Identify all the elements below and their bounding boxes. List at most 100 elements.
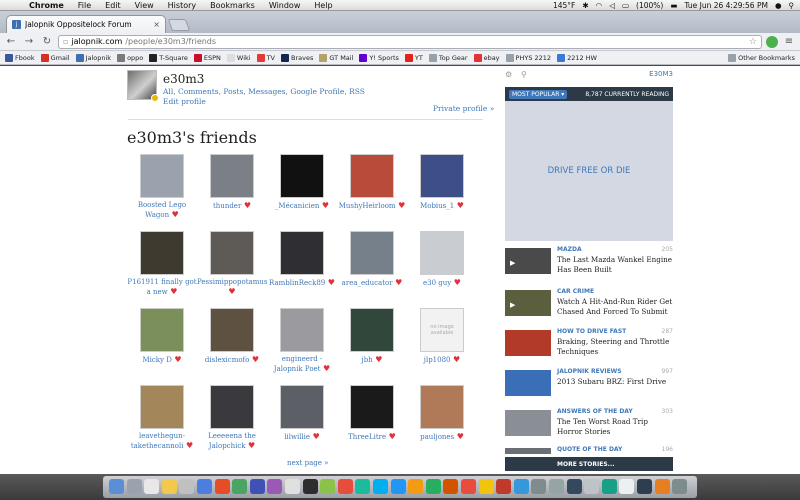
bookmark-2212hw[interactable]: 2212 HW [554, 53, 600, 62]
dock-app-icon[interactable] [179, 479, 195, 494]
menu-window[interactable]: Window [262, 1, 308, 10]
friend-card[interactable]: Leeeeena the Jalopchick ♥ [197, 385, 267, 451]
friend-avatar[interactable] [140, 308, 184, 352]
friend-name[interactable]: jbh ♥ [337, 355, 407, 365]
friend-card[interactable]: e30 guy ♥ [407, 231, 477, 288]
most-popular-dropdown[interactable]: MOST POPULAR ▾ [509, 89, 568, 99]
story-item[interactable]: HOW TO DRIVE FAST 287 Braking, Steering an… [505, 328, 673, 364]
dock-app-icon[interactable] [513, 479, 529, 494]
dock-app-icon[interactable] [390, 479, 406, 494]
friend-card[interactable]: no image available jlp1080 ♥ [407, 308, 477, 365]
bookmark-tsquare[interactable]: T-Square [146, 53, 191, 62]
friend-avatar[interactable] [350, 231, 394, 275]
dock-app-icon[interactable] [672, 479, 688, 494]
link-messages[interactable]: Messages [248, 87, 285, 96]
friend-card[interactable]: Boosted Lego Wagon ♥ [127, 154, 197, 220]
friend-card[interactable]: Mobius_1 ♥ [407, 154, 477, 211]
friend-avatar[interactable] [350, 385, 394, 429]
friend-avatar[interactable] [280, 308, 324, 352]
menu-bookmarks[interactable]: Bookmarks [203, 1, 262, 10]
new-tab-button[interactable] [167, 19, 191, 31]
friend-avatar[interactable] [280, 231, 324, 275]
friend-card[interactable]: Micky D ♥ [127, 308, 197, 365]
dock-app-icon[interactable] [654, 479, 670, 494]
friend-name[interactable]: Leeeeena the Jalopchick ♥ [197, 432, 267, 451]
bluetooth-icon[interactable]: ✱ [582, 1, 588, 10]
bookmark-phys2212[interactable]: PHYS 2212 [503, 53, 555, 62]
edit-profile-link[interactable]: Edit profile [163, 97, 206, 106]
bookmark-jalopnik[interactable]: Jalopnik [73, 53, 115, 62]
bookmark-gmail[interactable]: Gmail [38, 53, 73, 62]
story-item[interactable]: ANSWERS OF THE DAY 303 The Ten Worst Road … [505, 408, 673, 444]
dock-app-icon[interactable] [144, 479, 160, 494]
friend-name[interactable]: Mobius_1 ♥ [407, 201, 477, 211]
dock-app-icon[interactable] [197, 479, 212, 494]
story-category[interactable]: MAZDA [557, 246, 582, 253]
private-profile-link[interactable]: Private profile » [433, 104, 494, 113]
link-all[interactable]: All [163, 87, 173, 96]
dock-app-icon[interactable] [584, 479, 600, 494]
dock-app-icon[interactable] [461, 479, 476, 494]
temperature-readout[interactable]: 145°F [553, 1, 575, 10]
story-category[interactable]: HOW TO DRIVE FAST [557, 328, 626, 335]
friend-avatar[interactable] [140, 231, 184, 275]
friend-name[interactable]: _Mécanicien ♥ [267, 201, 337, 211]
story-headline[interactable]: The Ten Worst Road Trip Horror Stories [557, 417, 673, 437]
friend-card[interactable]: Pessimippopotamus ♥ [197, 231, 267, 297]
friend-name[interactable]: e30 guy ♥ [407, 278, 477, 288]
bookmark-star-icon[interactable]: ☆ [749, 37, 757, 47]
menu-edit[interactable]: Edit [98, 1, 128, 10]
advertisement[interactable]: DRIVE FREE OR DIE [505, 101, 673, 241]
story-thumbnail[interactable] [505, 410, 551, 436]
friend-avatar[interactable] [420, 385, 464, 429]
friend-card[interactable]: RamblinReck89 ♥ [267, 231, 337, 288]
friend-name[interactable]: thunder ♥ [197, 201, 267, 211]
friend-card[interactable]: MushyHeirloom ♥ [337, 154, 407, 211]
reload-icon[interactable]: ↻ [40, 35, 54, 49]
forward-icon[interactable]: → [22, 35, 36, 49]
dock-app-icon[interactable] [425, 479, 441, 494]
friend-avatar[interactable] [210, 154, 254, 198]
friend-card[interactable]: jbh ♥ [337, 308, 407, 365]
bookmark-espn[interactable]: ESPN [191, 53, 224, 62]
bookmark-topgear[interactable]: Top Gear [426, 53, 471, 62]
story-thumbnail[interactable] [505, 330, 551, 356]
story-headline[interactable]: Braking, Steering and Throttle Technique… [557, 337, 673, 357]
friend-name[interactable]: Pessimippopotamus ♥ [197, 278, 267, 297]
dock-app-icon[interactable] [109, 479, 124, 494]
friend-avatar[interactable] [210, 308, 254, 352]
story-item[interactable]: QUOTE OF THE DAY 196 [505, 446, 673, 456]
bookmark-oppo[interactable]: oppo [114, 53, 146, 62]
dock-app-icon[interactable] [214, 479, 230, 494]
friend-card[interactable]: P161911 finally got a new ♥ [127, 231, 197, 297]
search-icon[interactable]: ⚲ [521, 70, 527, 79]
sidebar-site-label[interactable]: E30M3 [649, 70, 673, 78]
dock-app-icon[interactable] [566, 479, 582, 494]
avatar[interactable] [127, 70, 159, 102]
story-item[interactable]: ▶ CAR CRIME Watch A Hit-And-Run Rider Get … [505, 288, 673, 324]
menu-help[interactable]: Help [307, 1, 339, 10]
friend-avatar[interactable] [280, 385, 324, 429]
friend-card[interactable]: lilwillie ♥ [267, 385, 337, 442]
friend-name[interactable]: lilwillie ♥ [267, 432, 337, 442]
story-thumbnail[interactable]: ▶ [505, 248, 551, 274]
dock-app-icon[interactable] [320, 479, 336, 494]
dock-app-icon[interactable] [443, 479, 459, 494]
extension-icon[interactable] [766, 35, 778, 48]
story-category[interactable]: QUOTE OF THE DAY [557, 446, 622, 453]
friend-name[interactable]: MushyHeirloom ♥ [337, 201, 407, 211]
dock-app-icon[interactable] [496, 479, 512, 494]
bookmark-braves[interactable]: Braves [278, 53, 316, 62]
friend-card[interactable]: pauljones ♥ [407, 385, 477, 442]
bookmark-wiki[interactable]: Wiki [224, 53, 254, 62]
dock-app-icon[interactable] [302, 479, 318, 494]
friend-name[interactable]: engineerd - Jalopnik Poet ♥ [267, 355, 337, 374]
spotlight-icon[interactable]: ⚲ [789, 1, 795, 10]
link-google-profile[interactable]: Google Profile [290, 87, 344, 96]
link-posts[interactable]: Posts [223, 87, 243, 96]
friend-card[interactable]: _Mécanicien ♥ [267, 154, 337, 211]
dock-app-icon[interactable] [285, 479, 300, 494]
dock-app-icon[interactable] [249, 479, 265, 494]
friend-name[interactable]: area_educator ♥ [337, 278, 407, 288]
friend-name[interactable]: Boosted Lego Wagon ♥ [127, 201, 197, 220]
